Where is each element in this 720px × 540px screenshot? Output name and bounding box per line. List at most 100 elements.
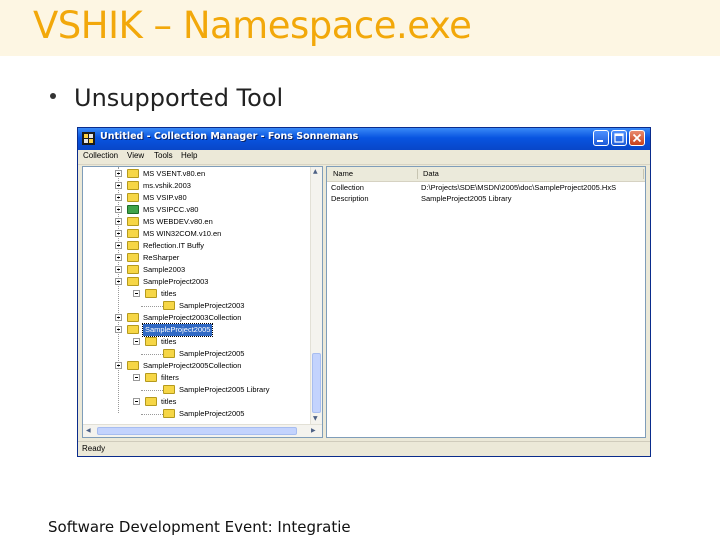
tree-node-label[interactable]: titles (161, 396, 176, 408)
scroll-right-icon[interactable]: ▶ (311, 427, 316, 434)
app-icon (82, 132, 95, 145)
collapse-minus-icon[interactable] (133, 374, 140, 381)
tree-node-label[interactable]: MS WEBDEV.v80.en (143, 216, 213, 228)
tree-node-label[interactable]: SampleProject2003 (179, 300, 244, 312)
folder-icon (145, 373, 157, 382)
menu-tools[interactable]: Tools (154, 151, 173, 160)
green-folder-icon (127, 205, 139, 214)
tree-node[interactable]: MS WEBDEV.v80.en (115, 216, 295, 228)
list-cell-name[interactable]: Description (331, 194, 369, 203)
collapse-minus-icon[interactable] (133, 338, 140, 345)
collection-tree[interactable]: ▲ ▼ ◀ ▶ MS VSENT.v80.en ms.vshik.2003 MS V… (82, 166, 323, 438)
tree-node[interactable]: SampleProject2005 Library (141, 384, 322, 396)
folder-icon (127, 253, 139, 262)
folder-icon (127, 181, 139, 190)
tree-node[interactable]: MS VSENT.v80.en (115, 168, 295, 180)
tree-node[interactable]: SampleProject2003 (115, 276, 295, 288)
folder-icon (127, 313, 139, 322)
tree-node[interactable]: titles (133, 336, 313, 348)
tree-connector-line (141, 414, 163, 415)
tree-node-label[interactable]: Sample2003 (143, 264, 185, 276)
tree-node[interactable]: SampleProject2005Collection (115, 360, 295, 372)
tree-connector-line (141, 354, 163, 355)
column-header-data[interactable]: Data (423, 169, 439, 178)
tree-node-label[interactable]: MS VSIP.v80 (143, 192, 187, 204)
tree-node[interactable]: titles (133, 288, 313, 300)
folder-icon (163, 385, 175, 394)
tree-vertical-scroll-thumb[interactable] (312, 353, 321, 413)
tree-node-label[interactable]: SampleProject2005 Library (179, 384, 269, 396)
tree-connector-line (141, 306, 163, 307)
scroll-left-icon[interactable]: ◀ (86, 427, 91, 434)
close-button[interactable] (629, 130, 645, 146)
folder-icon (127, 229, 139, 238)
property-list[interactable]: Name Data Collection D:\Projects\SDE\MSD… (326, 166, 646, 438)
folder-icon (145, 337, 157, 346)
tree-node-label[interactable]: MS WIN32COM.v10.en (143, 228, 221, 240)
tree-node-label[interactable]: SampleProject2005 (179, 348, 244, 360)
maximize-button[interactable] (611, 130, 627, 146)
status-text: Ready (82, 444, 106, 453)
tree-node[interactable]: ms.vshik.2003 (115, 180, 295, 192)
menu-help[interactable]: Help (181, 151, 197, 160)
menu-view[interactable]: View (127, 151, 144, 160)
tree-horizontal-scroll-thumb[interactable] (97, 427, 297, 435)
list-cell-name[interactable]: Collection (331, 183, 364, 192)
tree-node[interactable]: MS WIN32COM.v10.en (115, 228, 295, 240)
folder-icon (127, 241, 139, 250)
tree-node[interactable]: SampleProject2003 (141, 300, 322, 312)
collapse-minus-icon[interactable] (133, 398, 140, 405)
tree-node[interactable]: MS VSIP.v80 (115, 192, 295, 204)
tree-node-label[interactable]: ReSharper (143, 252, 179, 264)
tree-node-label[interactable]: Reflection.IT Buffy (143, 240, 204, 252)
folder-icon (127, 277, 139, 286)
folder-icon (127, 325, 139, 334)
column-divider[interactable] (417, 169, 418, 179)
close-icon (632, 133, 642, 143)
tree-node[interactable]: filters (133, 372, 313, 384)
tree-node-label[interactable]: titles (161, 288, 176, 300)
tree-node[interactable]: ReSharper (115, 252, 295, 264)
minimize-button[interactable] (593, 130, 609, 146)
list-cell-data[interactable]: SampleProject2005 Library (421, 194, 511, 203)
tree-node-label[interactable]: SampleProject2005 (141, 323, 214, 337)
tree-node[interactable]: Reflection.IT Buffy (115, 240, 295, 252)
minimize-icon (597, 140, 603, 142)
collection-manager-window: Untitled - Collection Manager - Fons Son… (78, 128, 650, 456)
tree-node[interactable]: MS VSIPCC.v80 (115, 204, 295, 216)
menu-bar: Collection View Tools Help (78, 150, 650, 165)
folder-icon (127, 169, 139, 178)
folder-icon (163, 409, 175, 418)
tree-node-label[interactable]: MS VSIPCC.v80 (143, 204, 198, 216)
tree-node[interactable]: SampleProject2005 (141, 348, 322, 360)
tree-node[interactable]: Sample2003 (115, 264, 295, 276)
tree-node-label[interactable]: titles (161, 336, 176, 348)
tree-node[interactable]: SampleProject2003Collection (115, 312, 295, 324)
collapse-minus-icon[interactable] (133, 290, 140, 297)
tree-node[interactable]: titles (133, 396, 313, 408)
list-cell-data[interactable]: D:\Projects\SDE\MSDN\2005\doc\SampleProj… (421, 183, 616, 192)
tree-horizontal-scrollbar[interactable]: ◀ ▶ (83, 424, 322, 437)
window-title: Untitled - Collection Manager - Fons Son… (100, 131, 359, 142)
folder-icon (127, 217, 139, 226)
slide-footer: Software Development Event: Integratie (48, 518, 351, 536)
scroll-up-icon[interactable]: ▲ (313, 168, 318, 175)
folder-icon (127, 361, 139, 370)
tree-node-label[interactable]: SampleProject2005 (179, 408, 244, 420)
column-header-name[interactable]: Name (333, 169, 353, 178)
column-divider[interactable] (643, 169, 644, 179)
tree-node[interactable]: SampleProject2005 (115, 323, 295, 337)
slide-title: VSHIK – Namespace.exe (33, 4, 472, 47)
tree-node-label[interactable]: SampleProject2003Collection (143, 312, 241, 324)
window-titlebar[interactable]: Untitled - Collection Manager - Fons Son… (78, 128, 650, 150)
tree-node-label[interactable]: ms.vshik.2003 (143, 180, 191, 192)
maximize-icon (614, 133, 624, 143)
tree-node-label[interactable]: SampleProject2005Collection (143, 360, 241, 372)
folder-icon (163, 349, 175, 358)
menu-collection[interactable]: Collection (83, 151, 118, 160)
tree-node-label[interactable]: SampleProject2003 (143, 276, 208, 288)
status-bar: Ready (78, 441, 650, 456)
tree-node-label[interactable]: filters (161, 372, 179, 384)
tree-node[interactable]: SampleProject2005 (141, 408, 322, 420)
tree-node-label[interactable]: MS VSENT.v80.en (143, 168, 205, 180)
